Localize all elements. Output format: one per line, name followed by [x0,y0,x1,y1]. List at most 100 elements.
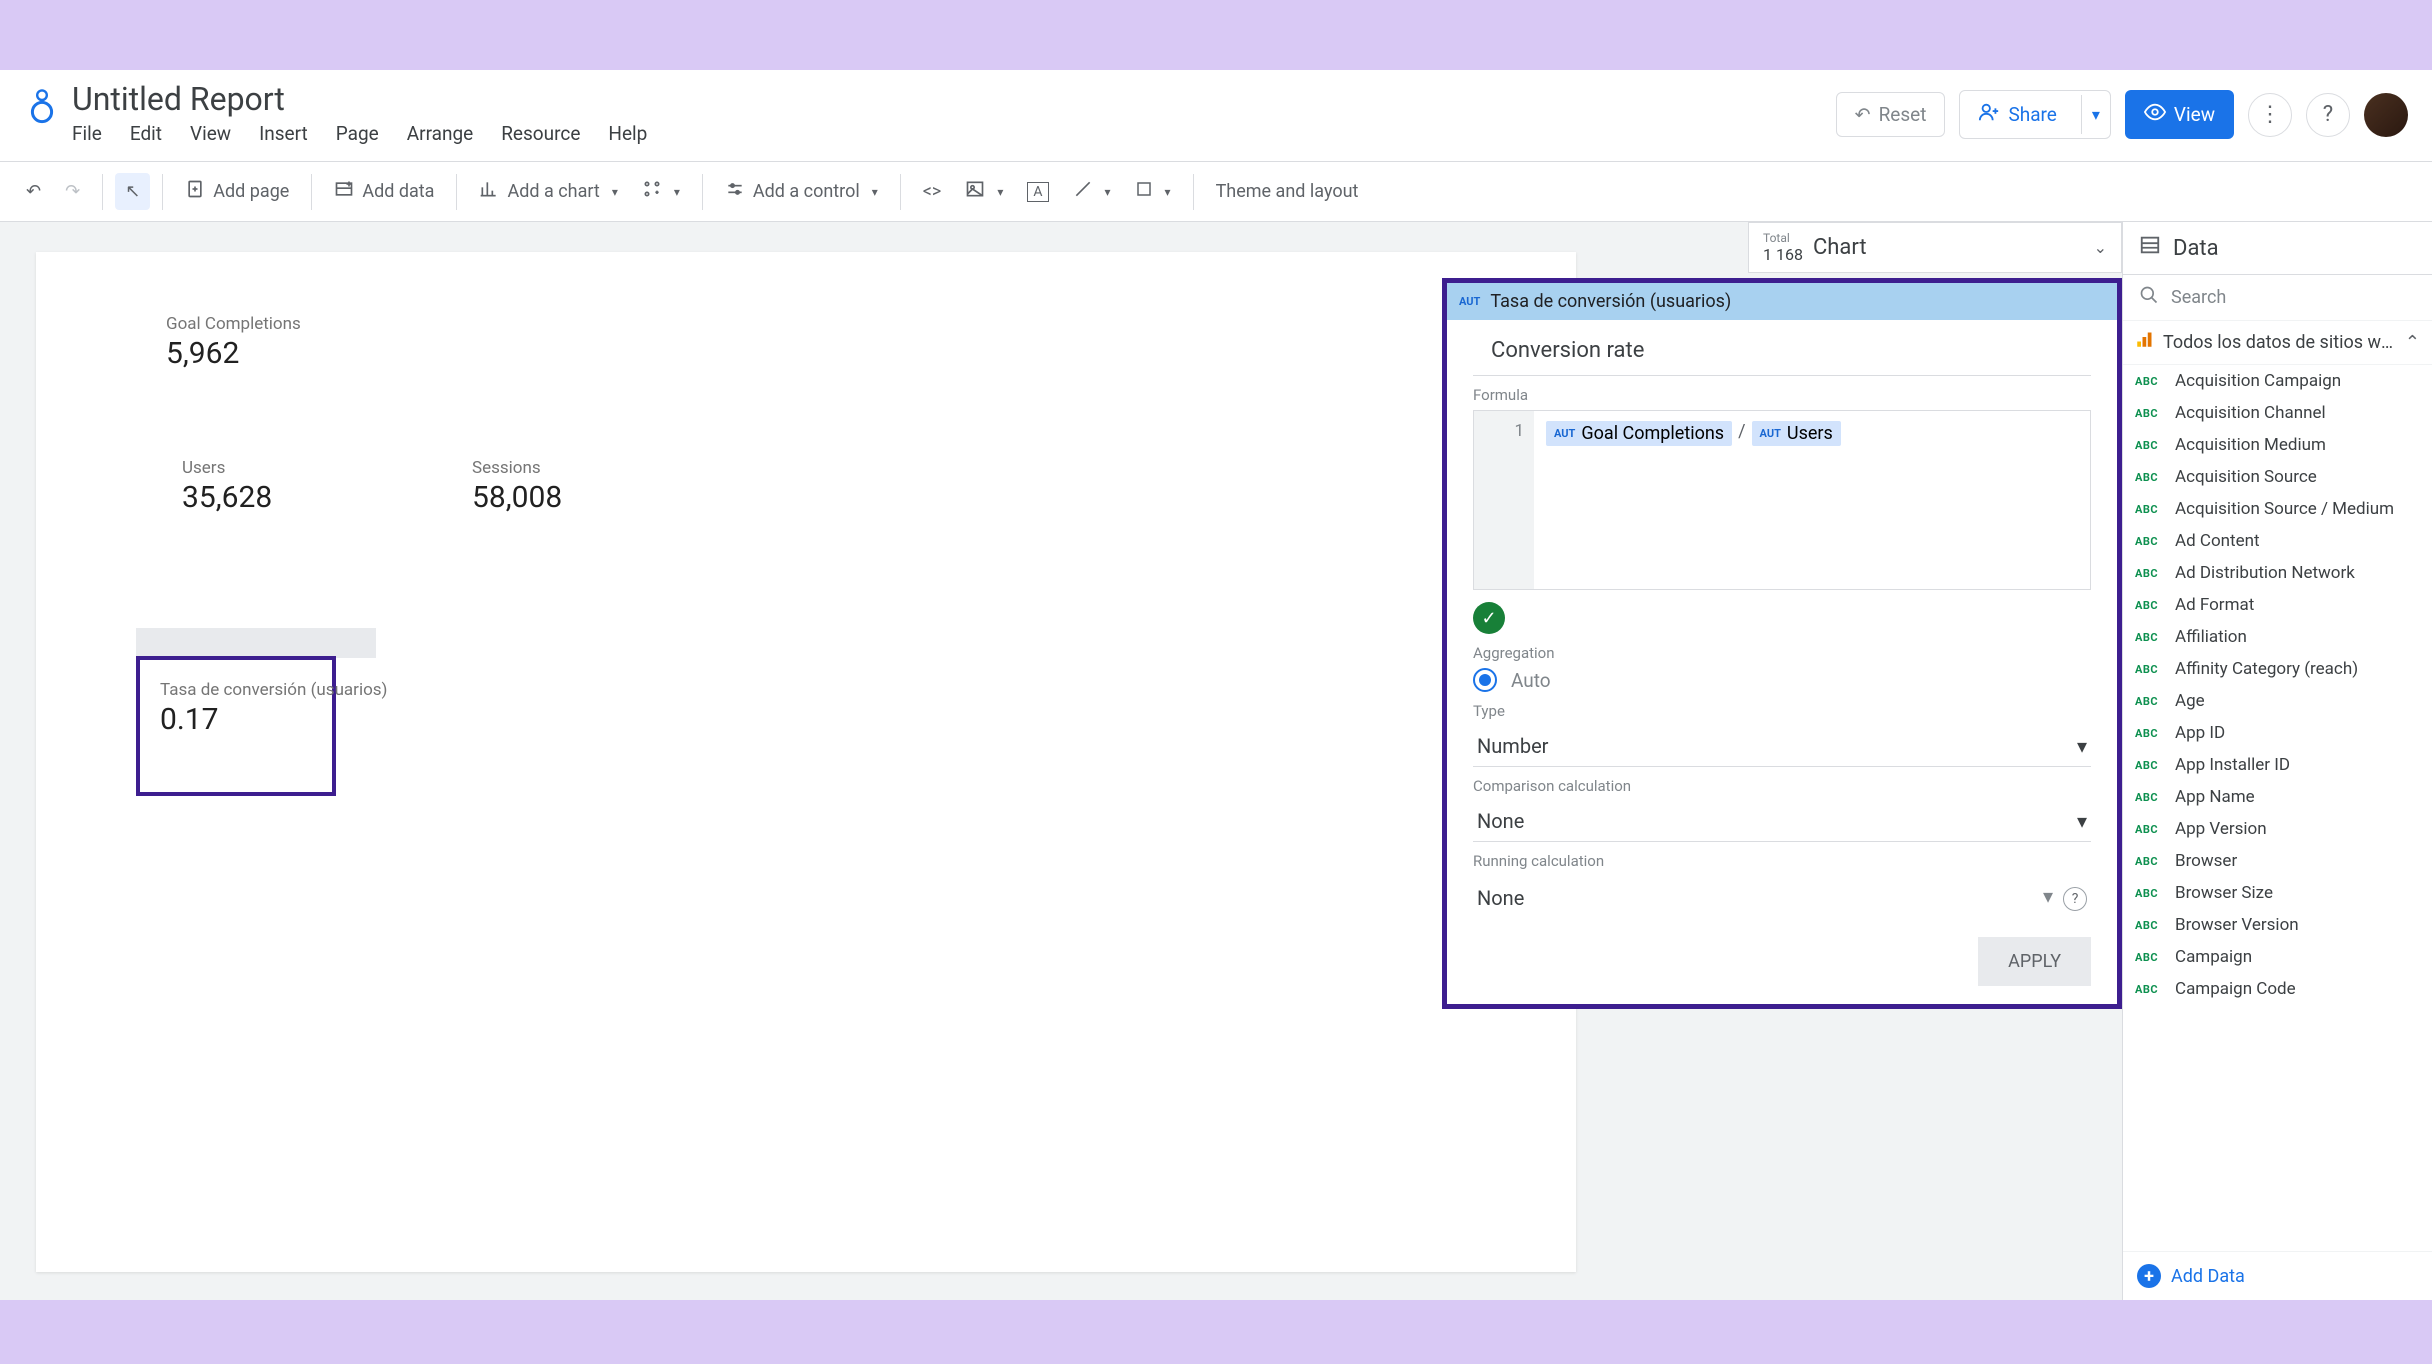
menu-file[interactable]: File [72,122,102,145]
undo-button[interactable]: ↶ [16,173,51,210]
calculated-field-editor: AUT Tasa de conversión (usuarios) Conver… [1442,278,2122,1009]
chevron-down-icon: ⌄ [2094,238,2107,257]
field-name-input[interactable]: Conversion rate [1473,332,2091,376]
scorecard-value: 5,962 [166,336,301,371]
field-row[interactable]: ABCAcquisition Source [2123,461,2432,493]
formula-chip-users[interactable]: AUTUsers [1752,421,1841,446]
field-row[interactable]: ABCBrowser [2123,845,2432,877]
text-button[interactable]: A [1017,174,1058,210]
field-row[interactable]: ABCApp ID [2123,717,2432,749]
menu-page[interactable]: Page [336,122,379,145]
add-data-button[interactable]: + Add Data [2123,1251,2432,1300]
field-row[interactable]: ABCCampaign Code [2123,973,2432,1005]
field-row[interactable]: ABCAcquisition Source / Medium [2123,493,2432,525]
separator [456,174,457,210]
chart-icon [479,179,499,204]
select-tool[interactable]: ↖ [115,173,150,210]
text-icon: A [1027,182,1048,202]
field-list[interactable]: ABC Acquisition Campaign ABCAcquisition Ch… [2123,365,2432,1251]
field-row[interactable]: ABCBrowser Size [2123,877,2432,909]
scorecard-conversion-rate[interactable]: Tasa de conversión (usuarios) 0.17 [136,656,336,796]
field-type-badge: ABC [2135,407,2165,420]
help-button[interactable]: ? [2306,93,2350,137]
data-icon [2139,234,2161,262]
help-icon[interactable]: ? [2063,887,2087,911]
menu-resource[interactable]: Resource [501,122,580,145]
field-row[interactable]: ABCAge [2123,685,2432,717]
field-row[interactable]: ABCAffiliation [2123,621,2432,653]
field-row[interactable]: ABCAd Content [2123,525,2432,557]
line-button[interactable] [1063,171,1121,212]
formula-operator: / [1738,421,1745,442]
datasource-row[interactable]: Todos los datos de sitios web ⌃ [2123,321,2432,365]
document-title[interactable]: Untitled Report [72,80,1836,118]
field-row[interactable]: ABCAd Distribution Network [2123,557,2432,589]
report-canvas[interactable]: Goal Completions 5,962 Users 35,628 Sess… [36,252,1576,1272]
menu-edit[interactable]: Edit [130,122,162,145]
running-select[interactable]: None ▾? [1473,876,2091,919]
field-name: Affiliation [2175,627,2247,647]
user-avatar[interactable] [2364,93,2408,137]
scorecard-goal-completions[interactable]: Goal Completions 5,962 [166,314,301,371]
chip-label: Goal Completions [1581,423,1724,444]
menu-arrange[interactable]: Arrange [407,122,473,145]
reset-button[interactable]: ↶ Reset [1836,92,1946,137]
aggregation-auto-radio[interactable]: Auto [1473,668,2091,692]
redo-icon: ↷ [65,181,80,202]
field-row[interactable]: ABCAcquisition Channel [2123,397,2432,429]
shape-button[interactable] [1125,172,1181,211]
share-dropdown-button[interactable]: ▾ [2081,95,2110,134]
field-row[interactable]: ABCApp Installer ID [2123,749,2432,781]
more-options-button[interactable]: ⋮ [2248,93,2292,137]
menu-help[interactable]: Help [608,122,647,145]
field-type-badge: ABC [2135,855,2165,868]
apply-button[interactable]: APPLY [1978,937,2091,986]
field-row[interactable]: ABCApp Name [2123,781,2432,813]
data-search-input[interactable]: Search [2123,275,2432,321]
collapse-icon[interactable]: ⌃ [2405,332,2420,353]
add-control-button[interactable]: Add a control [715,171,888,212]
scorecard-users[interactable]: Users 35,628 [182,458,272,515]
community-viz-button[interactable] [632,171,690,212]
field-name: Age [2175,691,2205,711]
add-data-button[interactable]: Add data [324,171,444,212]
field-row[interactable]: ABC Acquisition Campaign [2123,365,2432,397]
scorecard-label: Sessions [472,458,562,478]
field-name: Campaign [2175,947,2252,967]
image-button[interactable] [955,171,1013,212]
field-row[interactable]: ABCAffinity Category (reach) [2123,653,2432,685]
reset-label: Reset [1879,103,1927,126]
field-row[interactable]: ABCAd Format [2123,589,2432,621]
embed-button[interactable]: <> [913,173,952,210]
comparison-select[interactable]: None ▾ [1473,801,2091,842]
add-page-button[interactable]: Add page [175,171,299,212]
add-control-label: Add a control [753,181,860,202]
add-page-label: Add page [213,181,289,202]
type-select[interactable]: Number ▾ [1473,726,2091,767]
redo-button[interactable]: ↷ [55,173,90,210]
formula-editor[interactable]: 1 AUTGoal Completions / AUTUsers [1473,410,2091,590]
field-type-badge: ABC [2135,983,2165,996]
chart-type-selector[interactable]: Total 1 168 Chart ⌄ [1748,222,2122,273]
field-row[interactable]: ABCBrowser Version [2123,909,2432,941]
menubar: File Edit View Insert Page Arrange Resou… [72,122,1836,145]
field-type-badge: ABC [2135,663,2165,676]
popup-titlebar[interactable]: AUT Tasa de conversión (usuarios) [1447,283,2117,320]
formula-label: Formula [1473,386,2091,404]
menu-insert[interactable]: Insert [259,122,308,145]
field-row[interactable]: ABCCampaign [2123,941,2432,973]
field-row[interactable]: ABCAcquisition Medium [2123,429,2432,461]
add-chart-button[interactable]: Add a chart [469,171,627,212]
scorecard-sessions[interactable]: Sessions 58,008 [472,458,562,515]
field-name: Acquisition Campaign [2175,371,2341,391]
field-row[interactable]: ABCApp Version [2123,813,2432,845]
formula-chip-goal-completions[interactable]: AUTGoal Completions [1546,421,1732,446]
total-label: Total [1763,231,1803,245]
theme-layout-button[interactable]: Theme and layout [1206,173,1369,210]
field-type-badge: ABC [2135,375,2165,388]
share-button[interactable]: Share [1960,91,2074,138]
view-button[interactable]: View [2125,90,2234,139]
data-panel-header: Data [2123,222,2432,275]
app-logo-icon[interactable] [24,88,60,124]
menu-view[interactable]: View [190,122,231,145]
